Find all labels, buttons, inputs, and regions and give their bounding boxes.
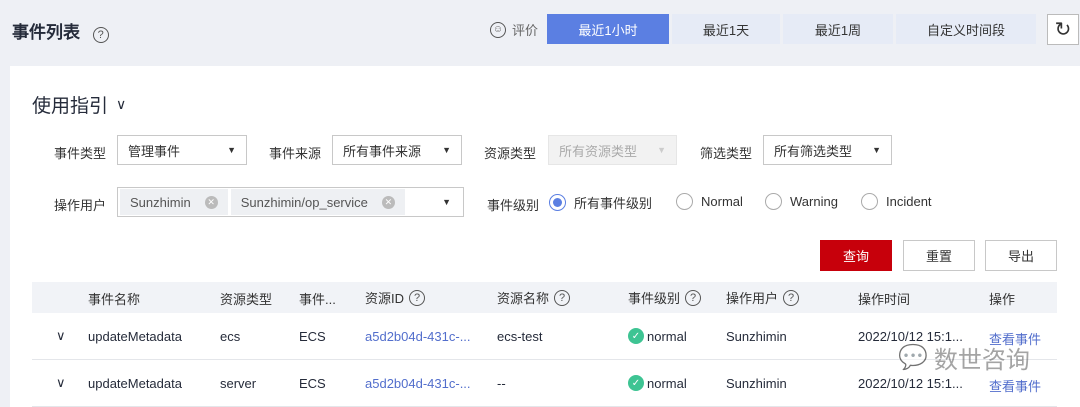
cell-event-level: ✓ normal: [628, 328, 687, 344]
radio-icon: [676, 193, 693, 210]
rate-label: 评价: [512, 23, 539, 38]
radio-label: Normal: [701, 194, 743, 209]
help-icon[interactable]: ?: [92, 27, 109, 43]
col-label: 事件级别: [628, 291, 681, 306]
cell-event-name: updateMetadata: [88, 329, 182, 344]
event-source-select[interactable]: 所有事件来源 ▼: [332, 135, 462, 165]
radio-icon: [861, 193, 878, 210]
help-icon[interactable]: ?: [554, 289, 571, 306]
cell-operation-time: 2022/10/12 15:1...: [858, 376, 963, 391]
cell-resource-name: --: [497, 376, 506, 391]
cell-resource-type: server: [220, 376, 257, 391]
col-event-level: 事件级别?: [628, 288, 702, 307]
level-text: normal: [647, 375, 687, 391]
col-event-name: 事件名称: [88, 292, 141, 307]
resource-id-link[interactable]: a5d2b04d-431c-...: [365, 329, 471, 344]
select-value: 所有资源类型: [559, 143, 638, 159]
tab-last-day[interactable]: 最近1天: [672, 14, 780, 44]
radio-label: Warning: [790, 194, 838, 209]
check-circle-icon: ✓: [628, 375, 644, 391]
tab-last-week[interactable]: 最近1周: [783, 14, 893, 44]
cell-resource-name: ecs-test: [497, 329, 543, 344]
query-button[interactable]: 查询: [820, 240, 892, 271]
caret-down-icon: ▼: [657, 145, 666, 155]
col-operator: 操作用户?: [726, 288, 800, 307]
col-resource-type: 资源类型: [220, 292, 273, 307]
wechat-icon: 💬: [898, 344, 928, 371]
radio-incident[interactable]: Incident: [861, 193, 932, 210]
col-label: 操作用户: [726, 291, 779, 306]
resource-id-link[interactable]: a5d2b04d-431c-...: [365, 376, 471, 391]
operator-chip: Sunzhimin ✕: [120, 189, 228, 215]
cell-operator: Sunzhimin: [726, 329, 787, 344]
filter-type-select[interactable]: 所有筛选类型 ▼: [763, 135, 892, 165]
radio-normal[interactable]: Normal: [676, 193, 743, 210]
caret-down-icon: ▼: [442, 197, 451, 207]
select-value: 所有筛选类型: [774, 143, 853, 159]
filter-type-label: 筛选类型: [700, 146, 753, 161]
event-type-select[interactable]: 管理事件 ▼: [117, 135, 247, 165]
col-label: 资源名称: [497, 291, 550, 306]
remove-chip-icon[interactable]: ✕: [204, 195, 218, 209]
refresh-button[interactable]: ↻: [1047, 14, 1079, 45]
radio-warning[interactable]: Warning: [765, 193, 838, 210]
cell-event-source: ECS: [299, 329, 326, 344]
title-text: 事件列表: [12, 23, 80, 42]
select-value: 所有事件来源: [343, 143, 422, 159]
help-icon[interactable]: ?: [409, 289, 426, 306]
chevron-down-icon: ∨: [116, 96, 127, 112]
operator-label: 操作用户: [54, 198, 107, 213]
operator-chip: Sunzhimin/op_service ✕: [230, 189, 405, 215]
cell-event-name: updateMetadata: [88, 376, 182, 391]
cell-event-source: ECS: [299, 376, 326, 391]
col-operation-time: 操作时间: [858, 292, 911, 307]
help-icon[interactable]: ?: [685, 289, 702, 306]
caret-down-icon: ▼: [442, 145, 451, 155]
tab-custom-range[interactable]: 自定义时间段: [896, 14, 1036, 44]
operator-multiselect[interactable]: Sunzhimin ✕ Sunzhimin/op_service ✕ ▼: [117, 187, 464, 217]
tab-last-hour[interactable]: 最近1小时: [547, 14, 669, 44]
cell-resource-type: ecs: [220, 329, 241, 344]
reset-button[interactable]: 重置: [903, 240, 975, 271]
event-level-label: 事件级别: [487, 198, 540, 213]
usage-guide-toggle[interactable]: 使用指引 ∨: [32, 91, 126, 118]
guide-label: 使用指引: [32, 96, 109, 117]
event-source-label: 事件来源: [269, 146, 322, 161]
radio-all-levels[interactable]: 所有事件级别: [549, 193, 652, 212]
col-resource-id: 资源ID?: [365, 288, 426, 307]
cell-operator: Sunzhimin: [726, 376, 787, 391]
radio-label: Incident: [886, 194, 932, 209]
refresh-icon: ↻: [1054, 19, 1072, 41]
smile-icon: ☺: [490, 21, 506, 38]
watermark-text: 数世咨询: [933, 347, 1030, 374]
radio-label: 所有事件级别: [574, 196, 653, 211]
rate-button[interactable]: ☺ 评价: [490, 20, 538, 39]
view-event-link[interactable]: 查看事件: [989, 376, 1041, 395]
event-type-label: 事件类型: [54, 146, 107, 161]
page-title: 事件列表 ?: [12, 18, 109, 43]
radio-checked-icon: [549, 194, 566, 211]
level-text: normal: [647, 328, 687, 344]
help-icon[interactable]: ?: [783, 289, 800, 306]
watermark: 💬 数世咨询: [898, 340, 1030, 375]
col-event-source: 事件...: [299, 292, 336, 307]
remove-chip-icon[interactable]: ✕: [381, 195, 395, 209]
expand-row-icon[interactable]: ∨: [56, 328, 66, 344]
col-label: 资源ID: [365, 291, 405, 306]
radio-icon: [765, 193, 782, 210]
caret-down-icon: ▼: [872, 145, 881, 155]
col-action: 操作: [989, 292, 1016, 307]
select-value: 管理事件: [128, 143, 181, 159]
col-resource-name: 资源名称?: [497, 288, 571, 307]
cell-event-level: ✓ normal: [628, 375, 687, 391]
resource-type-select: 所有资源类型 ▼: [548, 135, 677, 165]
chip-label: Sunzhimin: [130, 194, 191, 210]
resource-type-label: 资源类型: [484, 146, 537, 161]
chip-label: Sunzhimin/op_service: [240, 194, 368, 210]
export-button[interactable]: 导出: [985, 240, 1057, 271]
check-circle-icon: ✓: [628, 328, 644, 344]
expand-row-icon[interactable]: ∨: [56, 375, 66, 391]
caret-down-icon: ▼: [227, 145, 236, 155]
table-header: 事件名称 资源类型 事件... 资源ID? 资源名称? 事件级别? 操作用户? …: [32, 282, 1057, 313]
